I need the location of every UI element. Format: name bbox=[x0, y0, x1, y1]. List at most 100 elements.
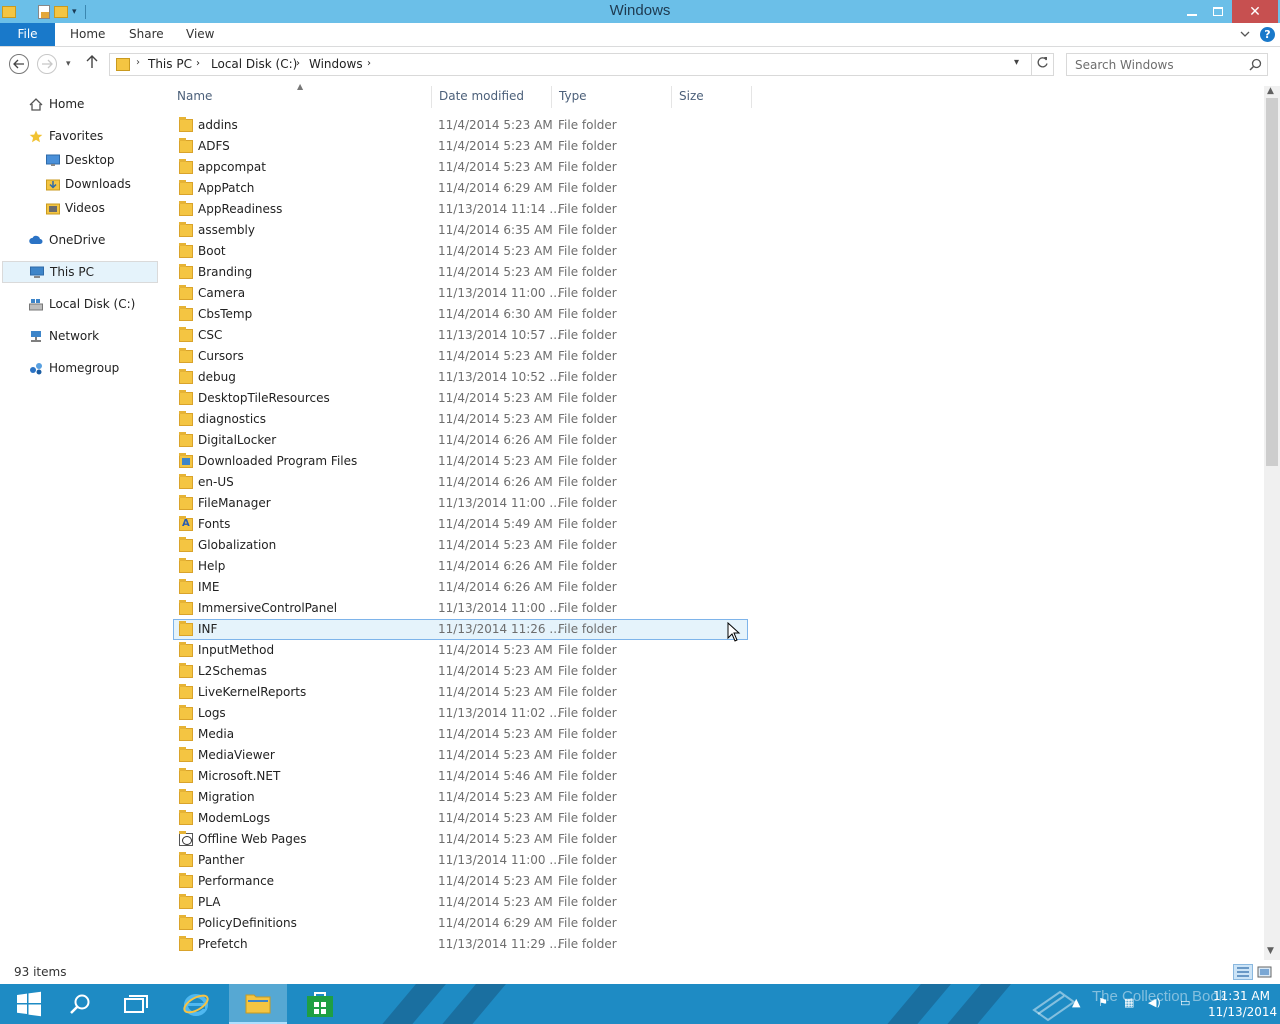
help-icon[interactable]: ? bbox=[1260, 27, 1275, 42]
task-view-button[interactable] bbox=[107, 984, 165, 1024]
nav-item-downloads[interactable]: Downloads bbox=[0, 174, 156, 196]
file-row[interactable]: Globalization 11/4/2014 5:23 AM File folde… bbox=[173, 535, 748, 556]
file-row[interactable]: LiveKernelReports 11/4/2014 5:23 AM File f… bbox=[173, 682, 748, 703]
address-bar[interactable]: › This PC › Local Disk (C:) › Windows › … bbox=[109, 53, 1054, 76]
address-history-dropdown[interactable]: ▾ bbox=[1014, 57, 1019, 68]
clock-time[interactable]: 11:31 AM bbox=[1213, 989, 1270, 1003]
refresh-button[interactable] bbox=[1036, 56, 1049, 73]
column-header-date-modified[interactable]: Date modified bbox=[432, 86, 552, 108]
forward-button[interactable] bbox=[37, 54, 57, 74]
file-row[interactable]: diagnostics 11/4/2014 5:23 AM File folder bbox=[173, 409, 748, 430]
search-icon[interactable] bbox=[1249, 58, 1262, 71]
file-row[interactable]: AppReadiness 11/13/2014 11:14 ... File fol… bbox=[173, 199, 748, 220]
file-explorer-button[interactable] bbox=[229, 984, 287, 1024]
volume-icon[interactable]: ◀) bbox=[1148, 996, 1162, 1010]
file-row[interactable]: Downloaded Program Files 11/4/2014 5:23 A… bbox=[173, 451, 748, 472]
nav-item-this-pc[interactable]: This PC bbox=[2, 261, 158, 283]
breadcrumb-root-arrow[interactable]: › bbox=[136, 57, 140, 68]
file-type: File folder bbox=[558, 370, 617, 384]
file-row[interactable]: ADFS 11/4/2014 5:23 AM File folder bbox=[173, 136, 748, 157]
file-row[interactable]: DesktopTileResources 11/4/2014 5:23 AM Fil… bbox=[173, 388, 748, 409]
file-row[interactable]: AppPatch 11/4/2014 6:29 AM File folder bbox=[173, 178, 748, 199]
tab-home[interactable]: Home bbox=[70, 23, 105, 46]
tab-share[interactable]: Share bbox=[129, 23, 164, 46]
file-row[interactable]: Performance 11/4/2014 5:23 AM File folder bbox=[173, 871, 748, 892]
file-row[interactable]: Migration 11/4/2014 5:23 AM File folder bbox=[173, 787, 748, 808]
file-row[interactable]: MediaViewer 11/4/2014 5:23 AM File folder bbox=[173, 745, 748, 766]
file-row[interactable]: CSC 11/13/2014 10:57 ... File folder bbox=[173, 325, 748, 346]
details-view-button[interactable] bbox=[1233, 964, 1253, 980]
taskbar-search-button[interactable] bbox=[51, 984, 109, 1024]
breadcrumb-arrow[interactable]: › bbox=[296, 58, 300, 69]
breadcrumb-arrow[interactable]: › bbox=[367, 58, 371, 69]
large-icons-view-button[interactable] bbox=[1257, 964, 1273, 980]
nav-item-videos[interactable]: Videos bbox=[0, 198, 156, 220]
network-status-icon[interactable]: ▦ bbox=[1124, 996, 1138, 1010]
file-row[interactable]: InputMethod 11/4/2014 5:23 AM File folder bbox=[173, 640, 748, 661]
start-button[interactable] bbox=[0, 984, 58, 1024]
file-row[interactable]: FileManager 11/13/2014 11:00 ... File fold… bbox=[173, 493, 748, 514]
scroll-up-button[interactable]: ▲ bbox=[1267, 86, 1274, 96]
nav-item-favorites[interactable]: Favorites bbox=[0, 126, 156, 148]
file-row[interactable]: PLA 11/4/2014 5:23 AM File folder bbox=[173, 892, 748, 913]
file-row[interactable]: Logs 11/13/2014 11:02 ... File folder bbox=[173, 703, 748, 724]
scroll-down-button[interactable]: ▼ bbox=[1267, 946, 1274, 956]
file-row[interactable]: addins 11/4/2014 5:23 AM File folder bbox=[173, 115, 748, 136]
file-row[interactable]: appcompat 11/4/2014 5:23 AM File folder bbox=[173, 157, 748, 178]
file-row[interactable]: Fonts 11/4/2014 5:49 AM File folder bbox=[173, 514, 748, 535]
nav-item-network[interactable]: Network bbox=[0, 326, 156, 348]
nav-item-homegroup[interactable]: Homegroup bbox=[0, 358, 156, 380]
column-header-size[interactable]: Size bbox=[672, 86, 752, 108]
file-row[interactable]: Prefetch 11/13/2014 11:29 ... File folder bbox=[173, 934, 748, 955]
up-button[interactable] bbox=[86, 55, 98, 73]
nav-item-desktop[interactable]: Desktop bbox=[0, 150, 156, 172]
file-row[interactable]: en-US 11/4/2014 6:26 AM File folder bbox=[173, 472, 748, 493]
nav-item-onedrive[interactable]: OneDrive bbox=[0, 230, 156, 252]
show-hidden-icons-icon[interactable]: ▲ bbox=[1072, 996, 1086, 1010]
file-row[interactable]: Offline Web Pages 11/4/2014 5:23 AM File f… bbox=[173, 829, 748, 850]
breadcrumb-windows[interactable]: Windows bbox=[309, 57, 363, 71]
file-row[interactable]: ModemLogs 11/4/2014 5:23 AM File folder bbox=[173, 808, 748, 829]
internet-explorer-button[interactable] bbox=[167, 984, 225, 1024]
keyboard-icon[interactable]: ▭ bbox=[1180, 996, 1194, 1010]
back-button[interactable] bbox=[9, 54, 29, 74]
breadcrumb-local-disk[interactable]: Local Disk (C:) bbox=[211, 57, 297, 71]
close-button[interactable]: ✕ bbox=[1232, 0, 1278, 23]
file-row[interactable]: Help 11/4/2014 6:26 AM File folder bbox=[173, 556, 748, 577]
file-row[interactable]: Branding 11/4/2014 5:23 AM File folder bbox=[173, 262, 748, 283]
store-button[interactable] bbox=[291, 984, 349, 1024]
folder-icon bbox=[179, 789, 193, 804]
file-row[interactable]: IME 11/4/2014 6:26 AM File folder bbox=[173, 577, 748, 598]
breadcrumb-this-pc[interactable]: This PC bbox=[148, 57, 192, 71]
tab-view[interactable]: View bbox=[186, 23, 214, 46]
nav-item-local-disk[interactable]: Local Disk (C:) bbox=[0, 294, 156, 316]
vertical-scrollbar[interactable]: ▲ ▼ bbox=[1264, 86, 1280, 960]
file-row[interactable]: Cursors 11/4/2014 5:23 AM File folder bbox=[173, 346, 748, 367]
minimize-button[interactable] bbox=[1178, 0, 1206, 23]
file-row[interactable]: Media 11/4/2014 5:23 AM File folder bbox=[173, 724, 748, 745]
file-row[interactable]: assembly 11/4/2014 6:35 AM File folder bbox=[173, 220, 748, 241]
file-row[interactable]: debug 11/13/2014 10:52 ... File folder bbox=[173, 367, 748, 388]
nav-item-home[interactable]: Home bbox=[0, 94, 156, 116]
file-row[interactable]: Camera 11/13/2014 11:00 ... File folder bbox=[173, 283, 748, 304]
file-type: File folder bbox=[558, 202, 617, 216]
file-row[interactable]: ImmersiveControlPanel 11/13/2014 11:00 ..… bbox=[173, 598, 748, 619]
restore-button[interactable] bbox=[1204, 0, 1232, 23]
file-row[interactable]: Boot 11/4/2014 5:23 AM File folder bbox=[173, 241, 748, 262]
expand-ribbon-icon[interactable] bbox=[1240, 29, 1250, 39]
file-row[interactable]: L2Schemas 11/4/2014 5:23 AM File folder bbox=[173, 661, 748, 682]
file-row[interactable]: Panther 11/13/2014 11:00 ... File folder bbox=[173, 850, 748, 871]
file-row[interactable]: PolicyDefinitions 11/4/2014 6:29 AM File f… bbox=[173, 913, 748, 934]
scroll-thumb[interactable] bbox=[1266, 98, 1278, 466]
file-row[interactable]: CbsTemp 11/4/2014 6:30 AM File folder bbox=[173, 304, 748, 325]
clock-date[interactable]: 11/13/2014 bbox=[1208, 1005, 1277, 1019]
file-row[interactable]: Microsoft.NET 11/4/2014 5:46 AM File folde… bbox=[173, 766, 748, 787]
column-header-type[interactable]: Type bbox=[552, 86, 672, 108]
file-row[interactable]: DigitalLocker 11/4/2014 6:26 AM File folde… bbox=[173, 430, 748, 451]
recent-locations-dropdown[interactable]: ▾ bbox=[66, 59, 71, 69]
search-input[interactable]: Search Windows bbox=[1066, 53, 1268, 76]
file-row[interactable]: INF 11/13/2014 11:26 ... File folder bbox=[173, 619, 748, 640]
breadcrumb-arrow[interactable]: › bbox=[196, 58, 200, 69]
tab-file[interactable]: File bbox=[0, 23, 55, 46]
action-center-flag-icon[interactable]: ⚑ bbox=[1098, 996, 1112, 1010]
